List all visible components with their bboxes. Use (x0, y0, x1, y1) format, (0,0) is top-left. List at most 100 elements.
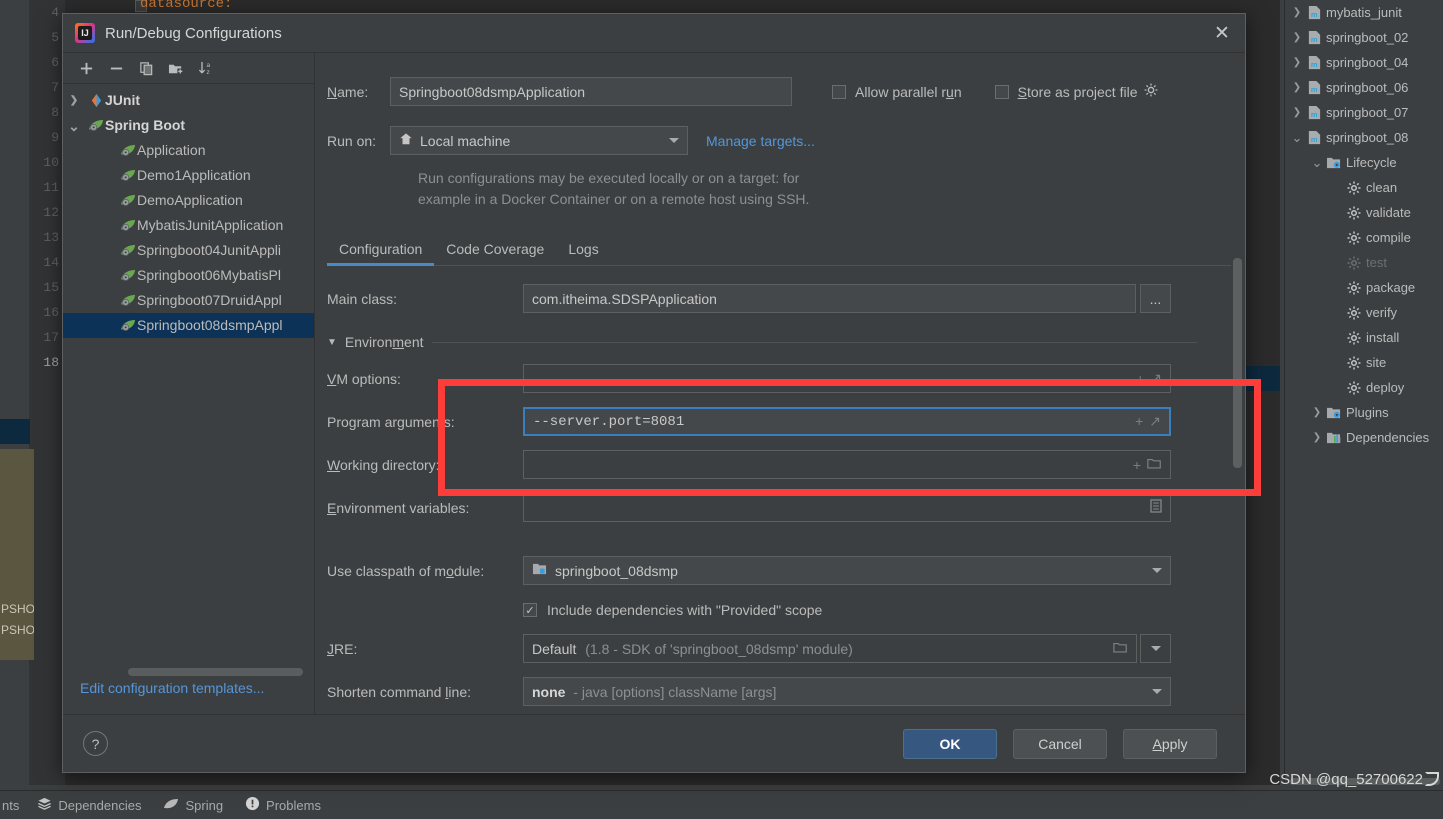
maven-tree-item[interactable]: ❯ m springboot_06 (1285, 75, 1443, 100)
maven-tree-item[interactable]: validate (1285, 200, 1443, 225)
jre-row: JRE: Default (1.8 - SDK of 'springboot_0… (327, 634, 1245, 663)
main-class-browse-button[interactable]: ... (1140, 284, 1171, 313)
include-provided-row[interactable]: ✓ Include dependencies with "Provided" s… (523, 602, 1245, 618)
jre-input[interactable]: Default (1.8 - SDK of 'springboot_08dsmp… (523, 634, 1137, 663)
allow-parallel-run-checkbox[interactable] (832, 84, 846, 99)
manage-targets-link[interactable]: Manage targets... (706, 133, 815, 149)
chevron-right-icon[interactable]: ❯ (1289, 25, 1305, 50)
gear-icon[interactable] (1144, 83, 1158, 100)
chevron-right-icon[interactable]: ❯ (1289, 75, 1305, 100)
environment-section-header[interactable]: ▼ Environment (327, 334, 1197, 350)
close-icon[interactable]: ✕ (1207, 18, 1237, 48)
spring-boot-icon (117, 168, 139, 183)
shorten-command-line-dropdown[interactable]: none - java [options] className [args] (523, 677, 1171, 706)
maven-tree-item[interactable]: package (1285, 275, 1443, 300)
tree-item[interactable]: Springboot06MybatisPl (63, 263, 314, 288)
chevron-right-icon[interactable]: ❯ (1289, 100, 1305, 125)
tab-configuration[interactable]: Configuration (327, 233, 435, 266)
chevron-right-icon[interactable]: ❯ (1309, 425, 1325, 450)
csdn-watermark: CSDN @qq_52700622 (1269, 771, 1439, 788)
tree-item-label: Spring Boot (105, 117, 186, 133)
maven-tree-item[interactable]: ❯ Dependencies (1285, 425, 1443, 450)
editor-gutter: 4 5 6 7 8 9 10 11 12 13 14 15 16 17 18 (30, 0, 65, 790)
status-bar: nts Dependencies Spring Problems (0, 790, 1443, 819)
tree-item[interactable]: Demo1Application (63, 163, 314, 188)
maven-tree-item[interactable]: test (1285, 250, 1443, 275)
edit-configuration-templates-link[interactable]: Edit configuration templates... (80, 680, 264, 696)
store-as-project-file-checkbox[interactable] (994, 84, 1009, 99)
maven-tree-item[interactable]: ❯ m springboot_04 (1285, 50, 1443, 75)
chevron-right-icon[interactable]: ❯ (63, 88, 85, 113)
add-icon[interactable]: + (1135, 413, 1143, 430)
maven-tree-item[interactable]: deploy (1285, 375, 1443, 400)
spring-boot-icon (85, 118, 107, 133)
main-class-input[interactable]: com.itheima.SDSPApplication (523, 284, 1136, 313)
vm-options-input[interactable]: + ↗ (523, 364, 1171, 393)
run-on-dropdown[interactable]: Local machine (390, 126, 688, 155)
tree-item[interactable]: MybatisJunitApplication (63, 213, 314, 238)
chevron-down-icon (1152, 689, 1162, 694)
maven-tree-item[interactable]: ❯ Plugins (1285, 400, 1443, 425)
chevron-down-icon[interactable]: ⌄ (1309, 154, 1325, 171)
ok-button[interactable]: OK (903, 728, 997, 759)
configurations-tree[interactable]: ❯ JUnit ⌄ Spring Boot Application Demo1Applic… (63, 84, 314, 662)
chevron-right-icon[interactable]: ❯ (1289, 0, 1305, 25)
chevron-down-icon[interactable]: ⌄ (1289, 129, 1305, 146)
cancel-button[interactable]: Cancel (1013, 728, 1107, 759)
form-vertical-scrollbar[interactable] (1233, 258, 1242, 468)
tree-item[interactable]: Springboot04JunitAppli (63, 238, 314, 263)
edit-list-icon[interactable] (1150, 499, 1162, 516)
maven-tree-item[interactable]: ❯ m springboot_07 (1285, 100, 1443, 125)
copy-configuration-button[interactable] (133, 56, 159, 80)
jre-value-hint: (1.8 - SDK of 'springboot_08dsmp' module… (585, 640, 853, 657)
statusbar-item-problems[interactable]: Problems (245, 796, 321, 814)
maven-tree-item[interactable]: install (1285, 325, 1443, 350)
folder-icon[interactable] (1147, 457, 1162, 473)
chevron-right-icon[interactable]: ❯ (1289, 50, 1305, 75)
maven-module-icon: m (1305, 130, 1323, 145)
statusbar-item-dependencies[interactable]: Dependencies (37, 796, 141, 814)
name-input[interactable]: Springboot08dsmpApplication (390, 77, 792, 106)
tree-item[interactable]: ❯ JUnit (63, 88, 314, 113)
apply-button[interactable]: Apply (1123, 728, 1217, 759)
environment-variables-input[interactable] (523, 493, 1171, 522)
chevron-down-icon[interactable]: ⌄ (63, 117, 85, 135)
maven-tree-item[interactable]: compile (1285, 225, 1443, 250)
chevron-right-icon[interactable]: ❯ (1309, 400, 1325, 425)
gutter-line-number: 16 (43, 305, 59, 320)
maven-tree-item[interactable]: ❯ m mybatis_junit (1285, 0, 1443, 25)
classpath-module-dropdown[interactable]: springboot_08dsmp (523, 556, 1171, 585)
jre-dropdown-button[interactable] (1140, 634, 1171, 663)
new-folder-button[interactable] (163, 56, 189, 80)
sort-configurations-button[interactable]: az (193, 56, 219, 80)
tree-item-selected[interactable]: Springboot08dsmpAppl (63, 313, 314, 338)
tab-logs[interactable]: Logs (556, 233, 610, 265)
maven-tool-window[interactable]: ❯ m mybatis_junit ❯ m springboot_02 ❯ m springbo… (1284, 0, 1443, 790)
working-directory-input[interactable]: + (523, 450, 1171, 479)
tree-item[interactable]: Springboot07DruidAppl (63, 288, 314, 313)
expand-icon[interactable]: ↗ (1150, 370, 1162, 387)
folder-icon[interactable] (1113, 641, 1128, 657)
maven-tree-item[interactable]: verify (1285, 300, 1443, 325)
configuration-tabs[interactable]: Configuration Code Coverage Logs (327, 232, 1231, 266)
add-icon[interactable]: + (1133, 457, 1141, 473)
tree-item[interactable]: DemoApplication (63, 188, 314, 213)
remove-configuration-button[interactable] (103, 56, 129, 80)
tree-horizontal-scrollbar[interactable] (128, 668, 303, 676)
run-on-value: Local machine (420, 132, 511, 149)
help-button[interactable]: ? (83, 731, 108, 756)
add-icon[interactable]: + (1136, 371, 1144, 387)
expand-icon[interactable]: ↗ (1149, 413, 1161, 430)
maven-tree-item[interactable]: ⌄ Lifecycle (1285, 150, 1443, 175)
maven-tree-item[interactable]: site (1285, 350, 1443, 375)
include-provided-checkbox[interactable]: ✓ (523, 603, 537, 617)
maven-tree-item[interactable]: clean (1285, 175, 1443, 200)
maven-tree-item[interactable]: ❯ m springboot_02 (1285, 25, 1443, 50)
tree-item[interactable]: ⌄ Spring Boot (63, 113, 314, 138)
statusbar-item-spring[interactable]: Spring (163, 797, 223, 814)
add-configuration-button[interactable] (73, 56, 99, 80)
tree-item[interactable]: Application (63, 138, 314, 163)
tab-code-coverage[interactable]: Code Coverage (434, 233, 556, 265)
maven-tree-item[interactable]: ⌄ m springboot_08 (1285, 125, 1443, 150)
program-arguments-input[interactable]: --server.port=8081 + ↗ (523, 407, 1171, 436)
